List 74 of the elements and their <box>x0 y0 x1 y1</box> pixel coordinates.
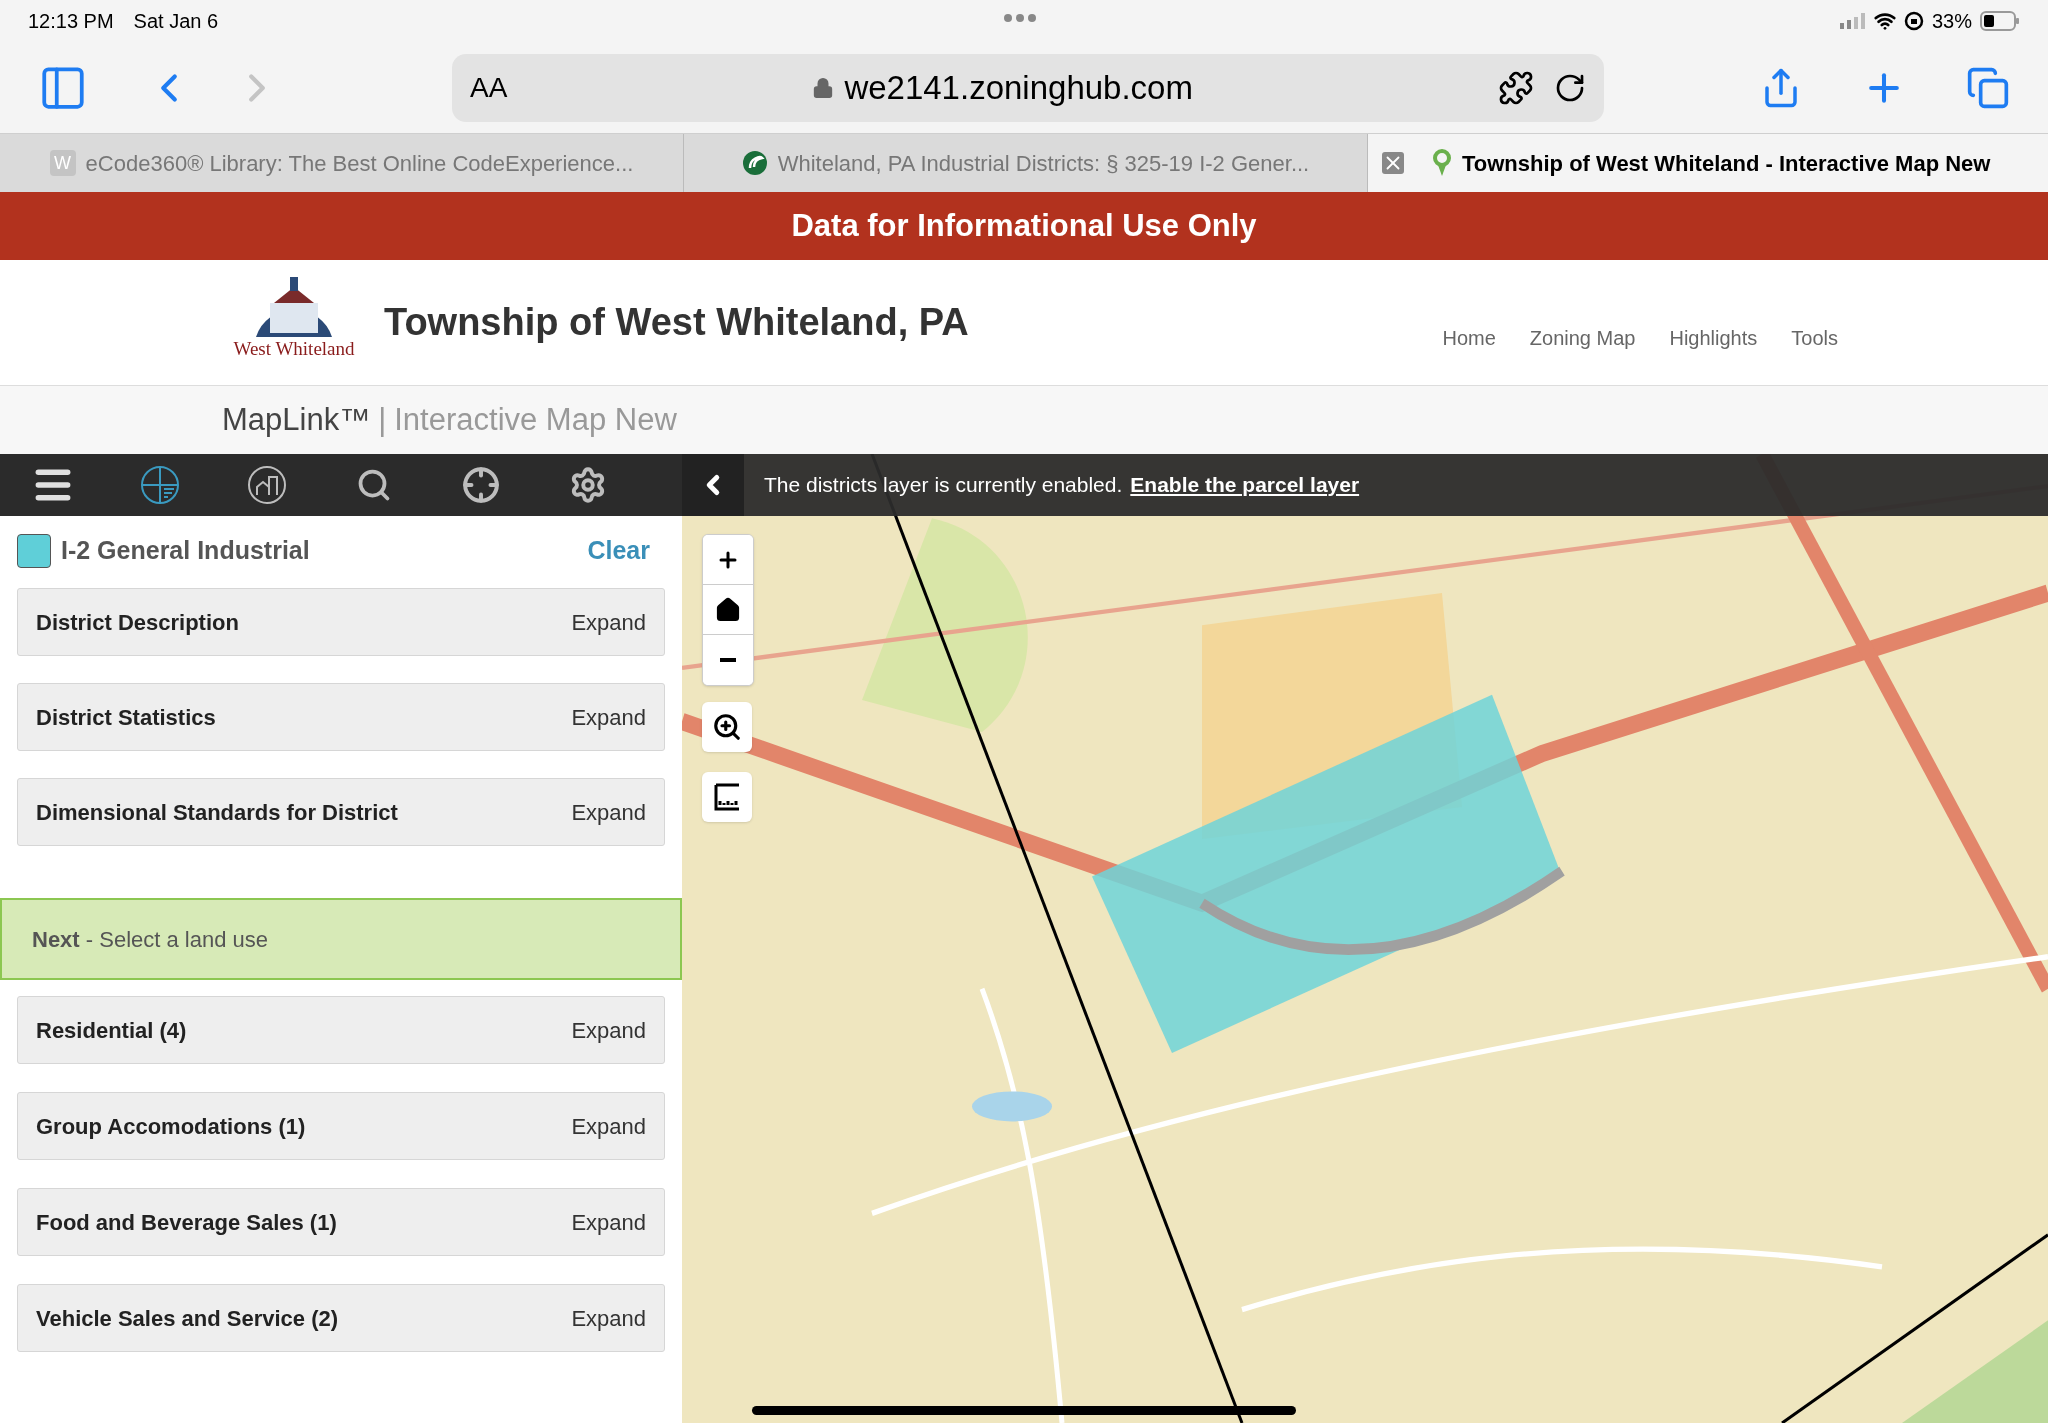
nav-link[interactable]: Zoning Map <box>1529 322 1636 353</box>
section-title: Vehicle Sales and Service (2) <box>36 1304 339 1333</box>
battery-percent: 33% <box>1931 9 1972 34</box>
expand-label: Expand <box>571 1112 646 1141</box>
zoom-in-button[interactable] <box>703 535 753 585</box>
text-size-button[interactable]: AA <box>470 66 508 109</box>
zoom-box-button[interactable] <box>702 702 752 752</box>
home-icon <box>715 596 741 623</box>
accordion-header[interactable]: Group Accomodations (1) Expand <box>17 1092 665 1160</box>
title-separator: | <box>378 400 387 439</box>
close-tab-icon[interactable] <box>1382 152 1404 174</box>
lock-icon <box>812 76 835 99</box>
house-icon <box>247 465 287 505</box>
leaf-favicon-icon <box>741 150 768 176</box>
product-name: MapLink™ <box>222 400 371 439</box>
district-name: I-2 General Industrial <box>61 535 310 567</box>
zoom-out-button[interactable] <box>703 635 753 685</box>
browser-tab[interactable]: Township of West Whiteland - Interactive Map New <box>1368 134 2048 192</box>
measure-button[interactable] <box>702 772 752 822</box>
layers-icon <box>140 465 180 505</box>
section-title: District Statistics <box>36 703 216 732</box>
tabs-icon <box>1966 65 2010 110</box>
clear-button[interactable]: Clear <box>587 532 650 570</box>
settings-icon <box>569 466 607 504</box>
section-title: Dimensional Standards for District <box>36 798 398 827</box>
wifi-icon <box>1873 10 1896 32</box>
signal-icon <box>1839 13 1866 29</box>
next-step-text: Next - Select a land use <box>32 925 269 954</box>
url-text: we2141.zoninghub.com <box>844 67 1193 108</box>
expand-label: Expand <box>571 798 646 827</box>
notice-text: The districts layer is currently enabled. <box>764 472 1123 499</box>
accordion-header[interactable]: District Description Expand <box>17 588 665 656</box>
lock-rotation-icon <box>1903 11 1924 31</box>
ruler-icon <box>713 783 741 811</box>
status-date: Sat Jan 6 <box>133 9 219 34</box>
search-icon <box>356 467 392 503</box>
expand-label: Expand <box>571 608 646 637</box>
crosshair-icon <box>462 466 500 504</box>
expand-label: Expand <box>571 1304 646 1333</box>
extension-icon[interactable] <box>1498 69 1534 106</box>
expand-label: Expand <box>571 1016 646 1045</box>
tab-title: eCode360® Library: The Best Online CodeExperience... <box>85 149 634 178</box>
status-time: 12:13 PM <box>28 9 114 34</box>
expand-label: Expand <box>571 703 646 732</box>
logo-text: West Whiteland <box>233 338 355 358</box>
info-banner: Data for Informational Use Only <box>0 192 2048 260</box>
home-button[interactable] <box>703 585 753 635</box>
accordion-header[interactable]: District Statistics Expand <box>17 683 665 751</box>
map-pin-favicon-icon <box>1432 149 1452 177</box>
page-name: Interactive Map New <box>394 400 677 439</box>
section-title: District Description <box>36 608 239 637</box>
section-title: Group Accomodations (1) <box>36 1112 306 1141</box>
expand-label: Expand <box>571 1208 646 1237</box>
multitask-dots-icon[interactable] <box>1004 14 1036 22</box>
accordion-header[interactable]: Residential (4) Expand <box>17 996 665 1064</box>
collapse-panel-button[interactable] <box>682 454 744 516</box>
enable-parcel-link[interactable]: Enable the parcel layer <box>1130 469 1360 501</box>
address-bar[interactable]: AA we2141.zoninghub.com <box>452 53 1604 122</box>
nav-link[interactable]: Tools <box>1791 322 1838 353</box>
tabs-overview-button[interactable] <box>1966 65 2010 110</box>
battery-icon <box>1980 11 2020 31</box>
site-title: Township of West Whiteland, PA <box>384 300 969 345</box>
tab-title: Township of West Whiteland - Interactive Map New <box>1462 149 1991 178</box>
minus-icon <box>720 658 736 662</box>
section-title: Food and Beverage Sales (1) <box>36 1208 337 1237</box>
zoom-in-icon <box>712 712 742 742</box>
accordion-header[interactable]: Dimensional Standards for District Expand <box>17 778 665 846</box>
accordion-header[interactable]: Vehicle Sales and Service (2) Expand <box>17 1284 665 1352</box>
nav-link[interactable]: Highlights <box>1669 322 1758 353</box>
tab-title: Whiteland, PA Industrial Districts: § 325-19 I-2 Gener... <box>777 149 1310 178</box>
favicon: W <box>49 150 76 176</box>
section-title: Residential (4) <box>36 1016 187 1045</box>
nav-link[interactable]: Home <box>1442 322 1496 353</box>
accordion-header[interactable]: Food and Beverage Sales (1) Expand <box>17 1188 665 1256</box>
